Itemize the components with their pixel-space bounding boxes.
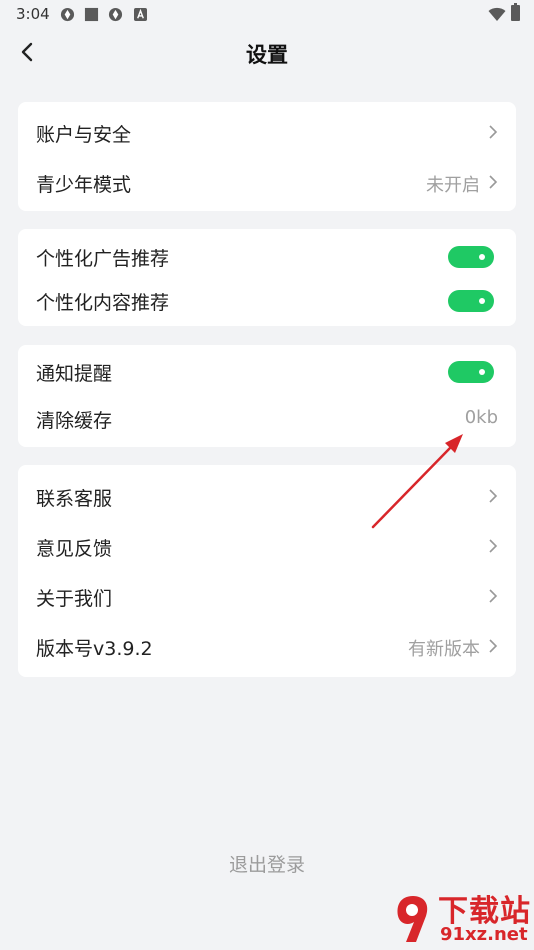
chevron-right-icon [489,539,498,553]
about-us-label: 关于我们 [36,588,113,610]
about-card: 联系客服 意见反馈 关于我们 版本号v3.9.2 有新版本 [18,465,516,677]
notification-label: 通知提醒 [36,363,113,385]
clear-cache-label: 清除缓存 [36,410,113,432]
version-label: 版本号v3.9.2 [36,638,153,660]
personalized-content-label: 个性化内容推荐 [36,292,170,314]
youth-mode-label: 青少年模式 [36,174,132,196]
account-security-row[interactable]: 账户与安全 [18,108,516,156]
wifi-icon [488,7,506,21]
chevron-right-icon [489,175,498,189]
logout-button[interactable]: 退出登录 [0,850,534,877]
personalized-ads-label: 个性化广告推荐 [36,248,170,270]
personalized-ads-toggle[interactable] [448,246,494,268]
chevron-right-icon [489,125,498,139]
page-title: 设置 [246,43,288,67]
personalized-content-toggle[interactable] [448,290,494,312]
app-notification-icon [60,7,75,22]
cache-size-value: 0kb [464,407,498,428]
recommendation-card: 个性化广告推荐 个性化内容推荐 [18,229,516,326]
notification-toggle[interactable] [448,361,494,383]
watermark-url: 91xz.net [440,924,528,945]
chevron-right-icon [489,639,498,653]
personalized-content-row: 个性化内容推荐 [18,276,516,324]
contact-service-row[interactable]: 联系客服 [18,472,516,520]
a-notification-icon [134,8,147,21]
feedback-row[interactable]: 意见反馈 [18,522,516,570]
youth-mode-row[interactable]: 青少年模式 未开启 [18,158,516,206]
feedback-label: 意见反馈 [36,538,113,560]
status-bar: 3:04 [0,0,534,28]
account-card: 账户与安全 青少年模式 未开启 [18,102,516,211]
account-security-label: 账户与安全 [36,124,132,146]
notification-row: 通知提醒 [18,347,516,395]
chevron-right-icon [489,589,498,603]
clear-cache-row[interactable]: 清除缓存 0kb [18,394,516,442]
app-notification-icon [108,7,123,22]
notification-cache-card: 通知提醒 清除缓存 0kb [18,345,516,447]
page-header: 设置 [0,28,534,82]
site-watermark: 下载站 91xz.net [388,886,534,950]
battery-icon [511,3,520,21]
square-notification-icon [84,7,99,22]
status-time: 3:04 [16,5,50,23]
contact-service-label: 联系客服 [36,488,113,510]
about-us-row[interactable]: 关于我们 [18,572,516,620]
watermark-logo-icon [397,896,428,942]
version-row[interactable]: 版本号v3.9.2 有新版本 [18,622,516,670]
youth-mode-status: 未开启 [426,175,480,196]
new-version-status: 有新版本 [408,639,480,660]
chevron-right-icon [489,489,498,503]
personalized-ads-row: 个性化广告推荐 [18,232,516,280]
